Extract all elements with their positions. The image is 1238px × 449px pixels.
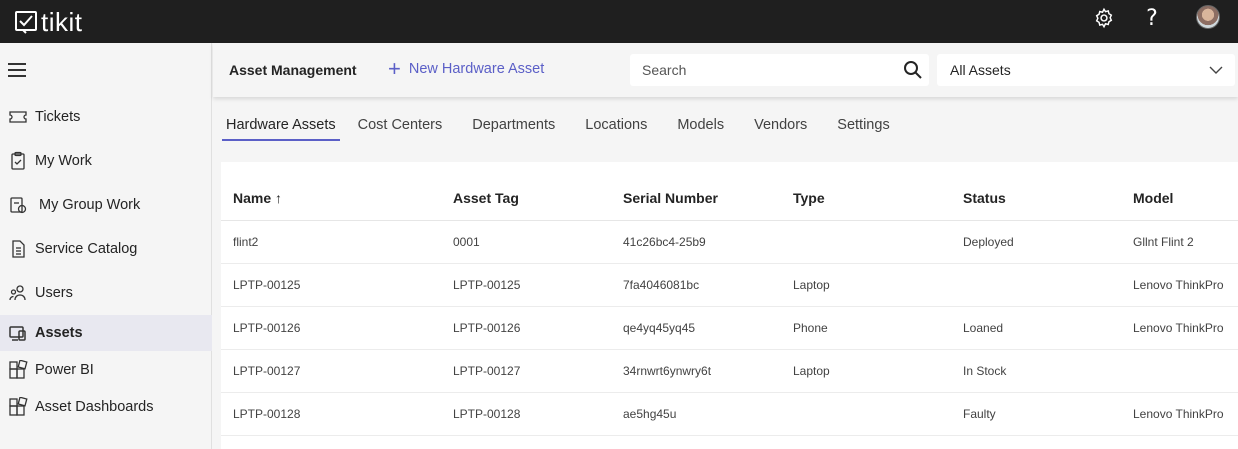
cell-serial-number: qe4yq45yq45 [623, 321, 696, 335]
cell-serial-number: ae5hg45u [623, 407, 677, 421]
new-hardware-asset-label: New Hardware Asset [408, 61, 545, 77]
cell-model: Gllnt Flint 2 [1133, 235, 1194, 249]
cell-asset-tag: LPTP-00128 [453, 407, 521, 421]
group-work-icon [7, 194, 29, 216]
sidebar-item-power-bi[interactable]: Power BI [0, 352, 212, 388]
gear-icon[interactable] [1092, 6, 1116, 30]
column-header-type[interactable]: Type [793, 190, 825, 206]
cell-name: LPTP-00126 [233, 321, 301, 335]
sidebar-item-label: Asset Dashboards [35, 399, 154, 415]
cell-name: LPTP-00125 [233, 278, 301, 292]
tab-vendors[interactable]: Vendors [750, 110, 811, 139]
tab-models[interactable]: Models [673, 110, 728, 139]
sidebar-item-service-catalog[interactable]: Service Catalog [0, 231, 212, 267]
cell-model: Lenovo ThinkPro [1133, 407, 1224, 421]
cell-asset-tag: LPTP-00126 [453, 321, 521, 335]
hamburger-menu-icon[interactable] [8, 63, 26, 79]
app-logo[interactable]: tikit [14, 9, 83, 35]
sidebar-item-tickets[interactable]: Tickets [0, 99, 212, 135]
chevron-down-icon [1209, 66, 1223, 74]
sidebar-item-label: My Group Work [39, 197, 141, 213]
avatar[interactable] [1196, 5, 1220, 29]
cell-status: In Stock [963, 364, 1007, 378]
tab-locations[interactable]: Locations [581, 110, 651, 139]
sidebar-item-label: Assets [35, 325, 83, 341]
sidebar-item-asset-dashboards[interactable]: Asset Dashboards [0, 389, 212, 425]
sidebar-item-my-group-work[interactable]: My Group Work [0, 187, 212, 223]
plus-icon: + [388, 56, 401, 81]
cell-serial-number: 41c26bc4-25b9 [623, 235, 706, 249]
cell-status: Loaned [963, 321, 1004, 335]
sidebar-item-label: Users [35, 285, 73, 301]
app-name: tikit [41, 6, 83, 37]
sidebar-item-label: Power BI [35, 362, 94, 378]
dashboard-icon [7, 396, 29, 418]
users-icon [7, 282, 29, 304]
catalog-icon [7, 238, 29, 260]
tab-settings[interactable]: Settings [833, 110, 893, 139]
cell-type: Laptop [793, 364, 830, 378]
sidebar-item-label: Service Catalog [35, 241, 138, 257]
asset-filter-value: All Assets [950, 62, 1011, 78]
sidebar-item-my-work[interactable]: My Work [0, 143, 212, 179]
search-box [630, 54, 929, 86]
column-header-asset-tag[interactable]: Asset Tag [453, 190, 519, 206]
sidebar-item-label: My Work [35, 153, 92, 169]
cell-model: Lenovo ThinkPro [1133, 278, 1224, 292]
top-bar: tikit ? [0, 0, 1238, 43]
cell-type: Phone [793, 321, 828, 335]
sidebar-item-users[interactable]: Users [0, 275, 212, 311]
cell-name: flint2 [233, 235, 259, 249]
column-header-serial-number[interactable]: Serial Number [623, 190, 718, 206]
asset-tabs: Hardware Assets Cost Centers Departments… [222, 110, 916, 141]
sidebar-item-assets[interactable]: Assets [0, 315, 212, 351]
tikit-check-icon [15, 10, 37, 34]
column-header-status[interactable]: Status [963, 190, 1006, 206]
asset-filter-dropdown[interactable]: All Assets [937, 54, 1235, 86]
cell-serial-number: 34rnwrt6ynwry6t [623, 364, 712, 378]
page-header: Asset Management + New Hardware Asset Al… [213, 43, 1238, 97]
cell-asset-tag: 0001 [453, 235, 480, 249]
powerbi-icon [7, 359, 29, 381]
new-hardware-asset-button[interactable]: + New Hardware Asset [388, 56, 545, 81]
cell-serial-number: 7fa4046081bc [623, 278, 700, 292]
cell-status: Faulty [963, 407, 996, 421]
ticket-icon [7, 106, 29, 128]
cell-asset-tag: LPTP-00127 [453, 364, 521, 378]
cell-asset-tag: LPTP-00125 [453, 278, 521, 292]
table-row[interactable]: flint2 0001 41c26bc4-25b9 Deployed Gllnt… [221, 221, 1238, 264]
tab-departments[interactable]: Departments [468, 110, 559, 139]
table-header: Name ↑ Asset Tag Serial Number Type Stat… [221, 162, 1238, 221]
table-row[interactable]: LPTP-00127 LPTP-00127 34rnwrt6ynwry6t La… [221, 350, 1238, 393]
search-input[interactable] [630, 62, 890, 78]
page-title: Asset Management [229, 62, 357, 78]
column-header-model[interactable]: Model [1133, 190, 1173, 206]
hardware-assets-table: Name ↑ Asset Tag Serial Number Type Stat… [221, 162, 1238, 449]
sidebar-item-label: Tickets [35, 109, 81, 125]
cell-name: LPTP-00127 [233, 364, 301, 378]
assets-icon [7, 322, 29, 344]
cell-status: Deployed [963, 235, 1014, 249]
column-header-name[interactable]: Name ↑ [233, 190, 282, 206]
table-row[interactable]: LPTP-00128 LPTP-00128 ae5hg45u Faulty Le… [221, 393, 1238, 436]
cell-type: Laptop [793, 278, 830, 292]
help-icon[interactable]: ? [1140, 6, 1164, 31]
tab-hardware-assets[interactable]: Hardware Assets [222, 110, 340, 141]
table-row[interactable]: LPTP-00126 LPTP-00126 qe4yq45yq45 Phone … [221, 307, 1238, 350]
sidebar: Tickets My Work My Group Work Service Ca… [0, 43, 212, 449]
search-icon[interactable] [903, 60, 923, 80]
cell-name: LPTP-00128 [233, 407, 301, 421]
clipboard-icon [7, 150, 29, 172]
table-row[interactable]: LPTP-00125 LPTP-00125 7fa4046081bc Lapto… [221, 264, 1238, 307]
tab-cost-centers[interactable]: Cost Centers [354, 110, 447, 139]
cell-model: Lenovo ThinkPro [1133, 321, 1224, 335]
